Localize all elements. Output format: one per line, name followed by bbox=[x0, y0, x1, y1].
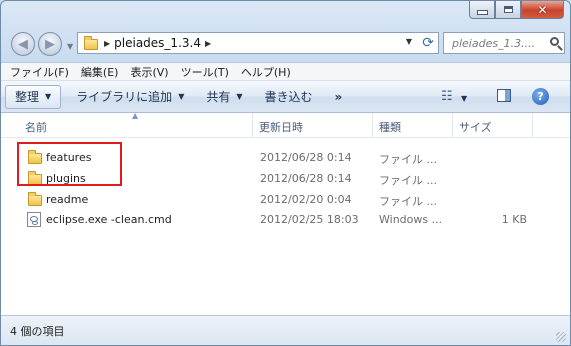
window-controls: ✕ bbox=[469, 1, 564, 19]
status-bar: 4 個の項目 bbox=[1, 315, 570, 345]
file-size: 1 KB bbox=[501, 213, 527, 226]
file-name: readme bbox=[46, 193, 89, 206]
share-button[interactable]: 共有 ▼ bbox=[197, 85, 251, 109]
file-modified: 2012/02/20 0:04 bbox=[260, 193, 352, 206]
file-row[interactable]: readme 2012/02/20 0:04 ファイル ... bbox=[1, 190, 570, 210]
more-commands-label: » bbox=[334, 89, 343, 104]
menu-file[interactable]: ファイル(F) bbox=[4, 64, 75, 80]
file-modified: 2012/02/25 18:03 bbox=[260, 213, 359, 226]
search-icon[interactable] bbox=[550, 37, 559, 46]
search-input[interactable]: pleiades_1.3.... bbox=[443, 32, 565, 54]
column-header-modified[interactable]: 更新日時 bbox=[259, 119, 303, 135]
close-button[interactable]: ✕ bbox=[521, 1, 564, 19]
column-divider[interactable] bbox=[372, 113, 373, 137]
maximize-icon bbox=[503, 6, 513, 13]
back-arrow-icon: ◀ bbox=[18, 36, 28, 52]
command-bar: 整理 ▼ ライブラリに追加 ▼ 共有 ▼ 書き込む » bbox=[1, 81, 570, 113]
column-header-name[interactable]: 名前 bbox=[25, 119, 47, 135]
view-dropdown-icon[interactable]: ▼ bbox=[461, 94, 467, 103]
file-modified: 2012/06/28 0:14 bbox=[260, 172, 352, 185]
column-divider[interactable] bbox=[532, 113, 533, 137]
menu-edit[interactable]: 編集(E) bbox=[75, 64, 125, 80]
forward-button[interactable]: ▶ bbox=[38, 32, 62, 56]
file-modified: 2012/06/28 0:14 bbox=[260, 151, 352, 164]
preview-pane-icon[interactable] bbox=[497, 89, 511, 102]
highlight-box bbox=[17, 142, 122, 186]
chevron-down-icon: ▼ bbox=[236, 92, 243, 101]
forward-arrow-icon: ▶ bbox=[45, 36, 55, 52]
organize-button[interactable]: 整理 ▼ bbox=[5, 84, 62, 109]
folder-icon bbox=[28, 192, 42, 206]
help-icon[interactable]: ? bbox=[532, 88, 549, 105]
sort-ascending-icon: ▲ bbox=[132, 111, 139, 120]
more-commands-button[interactable]: » bbox=[326, 85, 352, 109]
file-name: eclipse.exe -clean.cmd bbox=[46, 213, 172, 226]
explorer-window: ✕ ◀ ▶ ▼ ▶ pleiades_1.3.4 ▶ ▼ ⟳ pleiades_… bbox=[0, 0, 571, 346]
burn-button[interactable]: 書き込む bbox=[256, 85, 322, 109]
burn-label: 書き込む bbox=[264, 90, 313, 104]
add-to-library-button[interactable]: ライブラリに追加 ▼ bbox=[67, 85, 193, 109]
minimize-button[interactable] bbox=[469, 1, 495, 19]
chevron-down-icon: ▼ bbox=[45, 92, 52, 101]
file-row[interactable]: eclipse.exe -clean.cmd 2012/02/25 18:03 … bbox=[1, 210, 570, 230]
file-type: ファイル ... bbox=[379, 153, 437, 166]
item-count: 4 個の項目 bbox=[10, 325, 65, 338]
column-divider[interactable] bbox=[452, 113, 453, 137]
column-header-type[interactable]: 種類 bbox=[379, 119, 401, 135]
chevron-down-icon: ▼ bbox=[178, 92, 185, 101]
close-icon: ✕ bbox=[537, 2, 548, 17]
file-type: Windows ... bbox=[379, 213, 443, 226]
add-to-library-label: ライブラリに追加 bbox=[76, 90, 173, 104]
column-divider[interactable] bbox=[252, 113, 253, 137]
column-header-row: ▲ 名前 更新日時 種類 サイズ bbox=[1, 111, 570, 138]
folder-icon bbox=[84, 35, 98, 50]
address-dropdown-icon[interactable]: ▼ bbox=[406, 37, 412, 46]
history-dropdown-icon[interactable]: ▼ bbox=[67, 42, 73, 51]
maximize-button[interactable] bbox=[495, 1, 521, 19]
back-button[interactable]: ◀ bbox=[11, 32, 35, 56]
refresh-icon[interactable]: ⟳ bbox=[422, 35, 434, 51]
file-type: ファイル ... bbox=[379, 195, 437, 208]
breadcrumb-arrow-icon[interactable]: ▶ bbox=[104, 39, 110, 48]
share-label: 共有 bbox=[206, 90, 231, 104]
column-header-size[interactable]: サイズ bbox=[459, 119, 492, 135]
menu-help[interactable]: ヘルプ(H) bbox=[235, 64, 297, 80]
menu-view[interactable]: 表示(V) bbox=[124, 64, 174, 80]
minimize-icon bbox=[476, 10, 488, 15]
menu-tools[interactable]: ツール(T) bbox=[175, 64, 235, 80]
search-placeholder: pleiades_1.3.... bbox=[452, 36, 536, 50]
address-bar[interactable]: ▶ pleiades_1.3.4 ▶ ▼ ⟳ bbox=[77, 32, 439, 54]
file-type: ファイル ... bbox=[379, 174, 437, 187]
file-list: ▲ 名前 更新日時 種類 サイズ features 2012/06/28 0:1… bbox=[1, 111, 570, 315]
organize-label: 整理 bbox=[15, 90, 40, 104]
change-view-icon[interactable]: ☷ bbox=[441, 89, 453, 104]
breadcrumb-current-folder[interactable]: pleiades_1.3.4 bbox=[114, 36, 201, 50]
cmd-file-icon bbox=[27, 212, 41, 227]
breadcrumb-arrow-icon[interactable]: ▶ bbox=[205, 39, 211, 48]
resize-grip-icon[interactable] bbox=[556, 332, 566, 342]
menu-bar: ファイル(F) 編集(E) 表示(V) ツール(T) ヘルプ(H) bbox=[1, 62, 570, 81]
